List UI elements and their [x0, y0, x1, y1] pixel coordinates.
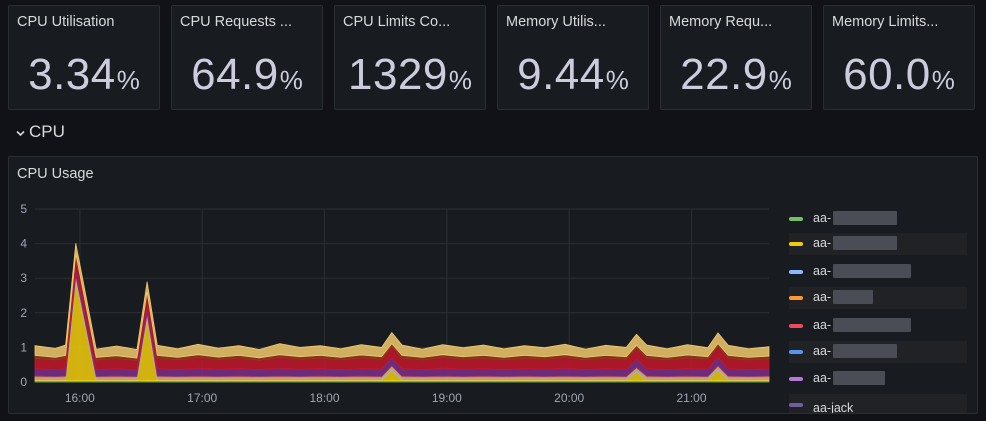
- redacted-block: [833, 290, 873, 304]
- redacted-block: [833, 371, 885, 385]
- legend-swatch: [789, 324, 803, 328]
- stat-number: 3.34: [28, 50, 116, 99]
- x-tick-label: 21:00: [677, 391, 707, 405]
- stat-unit: %: [116, 65, 140, 95]
- stat-unit: %: [279, 65, 303, 95]
- stat-panel-cpu-limits[interactable]: CPU Limits Co... 1329%: [334, 5, 486, 110]
- x-tick-label: 17:00: [187, 391, 217, 405]
- stat-unit: %: [448, 65, 472, 95]
- legend-item[interactable]: aa-: [789, 208, 967, 230]
- legend-item[interactable]: aa-: [789, 341, 967, 363]
- stat-title: Memory Utilis...: [506, 14, 606, 30]
- legend-item[interactable]: aa-jack: [789, 394, 967, 413]
- legend-label: aa-: [813, 211, 832, 225]
- legend-swatch: [789, 403, 803, 407]
- y-tick-label: 1: [20, 340, 27, 354]
- stat-panel-cpu-utilisation[interactable]: CPU Utilisation 3.34%: [8, 5, 160, 110]
- redacted-block: [833, 318, 911, 332]
- legend-swatch: [789, 350, 803, 354]
- legend-swatch: [789, 270, 803, 274]
- stat-title: CPU Utilisation: [17, 14, 115, 30]
- legend-label: aa-: [813, 290, 832, 304]
- stat-unit: %: [768, 65, 792, 95]
- chevron-down-icon: [16, 128, 25, 140]
- legend-label: aa-: [813, 236, 832, 250]
- x-tick-label: 18:00: [310, 391, 340, 405]
- stat-title: Memory Requ...: [669, 14, 773, 30]
- panel-cpu-usage[interactable]: CPU Usage 0 1 2 3 4 5 16:00 17:00 18:00 19:00 20:0…: [8, 156, 978, 414]
- stat-title: Memory Limits...: [832, 14, 939, 30]
- redacted-block: [833, 211, 897, 225]
- legend-label: aa-jack: [813, 401, 854, 413]
- stat-value: 3.34%: [9, 50, 159, 100]
- legend-label: aa-: [813, 371, 832, 385]
- stat-value: 64.9%: [172, 50, 322, 100]
- stat-value: 22.9%: [661, 50, 811, 100]
- stat-title: CPU Requests ...: [180, 14, 293, 30]
- y-tick-label: 4: [20, 237, 27, 251]
- y-tick-label: 2: [20, 306, 27, 320]
- legend-swatch: [789, 377, 803, 381]
- legend-label: aa-: [813, 318, 832, 332]
- legend-swatch: [789, 242, 803, 246]
- legend-label: aa-: [813, 264, 832, 278]
- stat-title: CPU Limits Co...: [343, 14, 451, 30]
- legend-item[interactable]: aa-: [789, 368, 967, 390]
- legend-item[interactable]: aa-: [789, 287, 967, 309]
- legend-swatch: [789, 296, 803, 300]
- stat-unit: %: [931, 65, 955, 95]
- stat-number: 60.0: [843, 50, 931, 99]
- stat-unit: %: [605, 65, 629, 95]
- stat-panel-memory-utilisation[interactable]: Memory Utilis... 9.44%: [497, 5, 649, 110]
- stat-panel-cpu-requests[interactable]: CPU Requests ... 64.9%: [171, 5, 323, 110]
- y-tick-label: 5: [20, 202, 27, 216]
- redacted-block: [833, 264, 911, 278]
- x-tick-label: 20:00: [554, 391, 584, 405]
- legend-item[interactable]: aa-: [789, 261, 967, 283]
- redacted-block: [833, 236, 897, 250]
- stat-panel-memory-requests[interactable]: Memory Requ... 22.9%: [660, 5, 812, 110]
- stat-number: 1329: [347, 50, 448, 99]
- legend-label: aa-: [813, 344, 832, 358]
- stat-value: 1329%: [335, 50, 485, 100]
- legend-item[interactable]: aa-: [789, 233, 967, 255]
- stat-number: 22.9: [680, 50, 768, 99]
- legend-item[interactable]: aa-: [789, 315, 967, 337]
- stat-value: 60.0%: [824, 50, 974, 100]
- stat-number: 64.9: [191, 50, 279, 99]
- stat-panel-memory-limits[interactable]: Memory Limits... 60.0%: [823, 5, 975, 110]
- y-tick-label: 0: [20, 375, 27, 389]
- y-tick-label: 3: [20, 271, 27, 285]
- row-toggle-cpu[interactable]: CPU: [16, 122, 65, 142]
- redacted-block: [833, 344, 897, 358]
- x-tick-label: 16:00: [65, 391, 95, 405]
- stat-value: 9.44%: [498, 50, 648, 100]
- stat-number: 9.44: [517, 50, 605, 99]
- row-title: CPU: [29, 122, 65, 141]
- x-tick-label: 19:00: [432, 391, 462, 405]
- legend-swatch: [789, 217, 803, 221]
